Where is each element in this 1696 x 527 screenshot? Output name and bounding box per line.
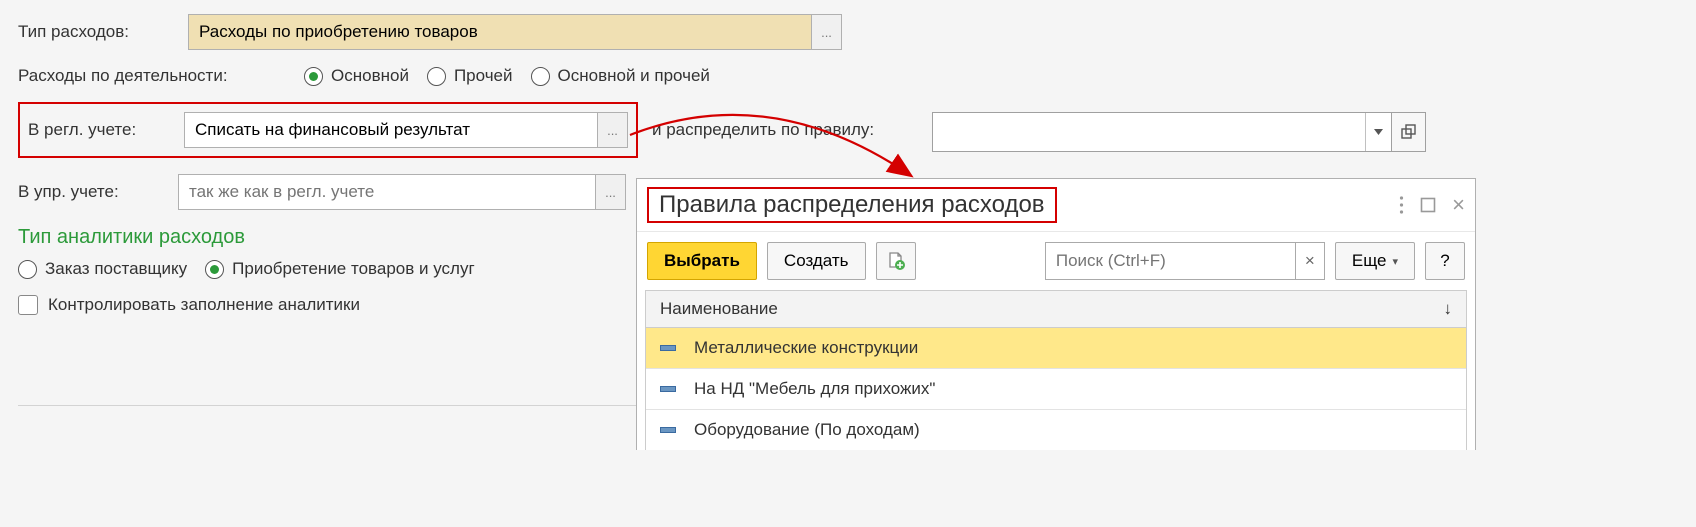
- list-item[interactable]: Оборудование (По доходам): [646, 410, 1466, 450]
- column-header-name[interactable]: Наименование: [660, 299, 778, 319]
- reg-acc-picker-button[interactable]: ...: [597, 113, 627, 147]
- expense-type-label: Тип расходов:: [18, 22, 180, 42]
- more-menu-button[interactable]: Еще: [1335, 242, 1415, 280]
- list-item-label: Оборудование (По доходам): [694, 420, 920, 440]
- select-button[interactable]: Выбрать: [647, 242, 757, 280]
- activity-radio-both[interactable]: Основной и прочей: [531, 66, 710, 86]
- mgr-acc-picker-button[interactable]: ...: [595, 175, 625, 209]
- popup-maximize-icon[interactable]: [1420, 197, 1436, 213]
- search-clear-button[interactable]: ×: [1295, 242, 1325, 280]
- item-icon: [660, 386, 676, 392]
- analytics-radio-purchase[interactable]: Приобретение товаров и услуг: [205, 259, 474, 279]
- checkbox-label: Контролировать заполнение аналитики: [48, 295, 360, 315]
- activity-radio-label: Основной: [331, 66, 409, 86]
- popup-more-icon[interactable]: [1399, 196, 1404, 214]
- activity-radio-label: Основной и прочей: [558, 66, 710, 86]
- list-item[interactable]: Металлические конструкции: [646, 328, 1466, 369]
- expense-type-input[interactable]: [189, 15, 811, 49]
- document-plus-icon: [886, 251, 906, 271]
- popup-title: Правила распределения расходов: [647, 187, 1057, 223]
- popup-close-icon[interactable]: ×: [1452, 192, 1465, 218]
- rule-input[interactable]: [933, 113, 1365, 151]
- create-copy-button[interactable]: [876, 242, 916, 280]
- search-input[interactable]: [1045, 242, 1295, 280]
- analytics-radio-order[interactable]: Заказ поставщику: [18, 259, 187, 279]
- mgr-acc-label: В упр. учете:: [18, 182, 170, 202]
- item-icon: [660, 345, 676, 351]
- create-button[interactable]: Создать: [767, 242, 866, 280]
- analytics-radio-label: Заказ поставщику: [45, 259, 187, 279]
- expense-type-picker-button[interactable]: ...: [811, 15, 841, 49]
- rule-label: и распределить по правилу:: [652, 120, 874, 140]
- rules-popup: Правила распределения расходов × Выбрать…: [636, 178, 1476, 450]
- list-item[interactable]: На НД "Мебель для прихожих": [646, 369, 1466, 410]
- sort-arrow-icon[interactable]: ↓: [1444, 299, 1453, 319]
- help-button[interactable]: ?: [1425, 242, 1465, 280]
- item-icon: [660, 427, 676, 433]
- control-analytics-checkbox[interactable]: Контролировать заполнение аналитики: [18, 295, 360, 315]
- activity-radio-label: Прочей: [454, 66, 513, 86]
- activity-label: Расходы по деятельности:: [18, 66, 296, 86]
- reg-acc-label: В регл. учете:: [28, 120, 176, 140]
- rule-popout-button[interactable]: [1392, 112, 1426, 152]
- popout-icon: [1401, 124, 1417, 140]
- rule-dropdown-button[interactable]: [1365, 113, 1391, 151]
- activity-radio-main[interactable]: Основной: [304, 66, 409, 86]
- activity-radio-other[interactable]: Прочей: [427, 66, 513, 86]
- reg-acc-input[interactable]: [185, 113, 597, 147]
- mgr-acc-input[interactable]: [179, 175, 595, 209]
- list-item-label: На НД "Мебель для прихожих": [694, 379, 935, 399]
- analytics-radio-label: Приобретение товаров и услуг: [232, 259, 474, 279]
- list-item-label: Металлические конструкции: [694, 338, 918, 358]
